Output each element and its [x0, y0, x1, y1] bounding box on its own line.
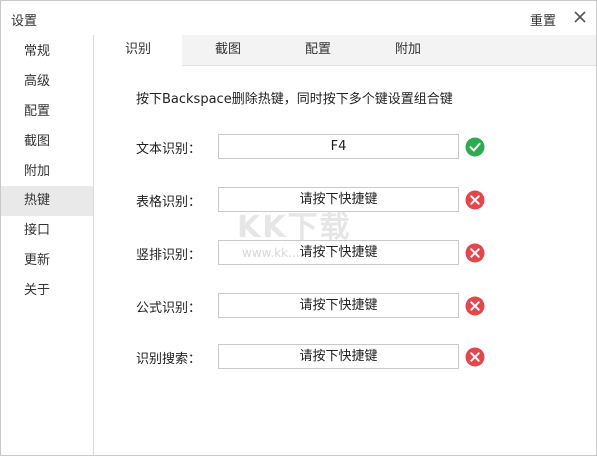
hotkey-label-vertical-recognition: 竖排识别： [136, 248, 202, 263]
sidebar-item-label: 关于 [23, 283, 50, 298]
x-circle-icon[interactable] [465, 190, 485, 210]
sidebar-item-label: 更新 [23, 253, 50, 268]
tab-config[interactable]: 配置 [274, 35, 362, 65]
close-icon[interactable] [571, 8, 589, 26]
x-circle-icon[interactable] [465, 347, 485, 367]
sidebar-item-label: 热键 [23, 193, 50, 208]
reset-button[interactable]: 重置 [530, 10, 556, 29]
hotkey-label-recognition-search: 识别搜索： [136, 352, 202, 367]
hotkey-input-recognition-search[interactable]: 请按下快捷键 [218, 344, 459, 369]
sidebar-item-config[interactable]: 配置 [1, 97, 93, 127]
sidebar-item-interface[interactable]: 接口 [1, 216, 93, 246]
sidebar: 常规 高级 配置 截图 附加 热键 接口 更新 关于 [1, 35, 93, 455]
hotkey-input-text-recognition[interactable]: F4 [218, 134, 459, 159]
tab-bar: 识别 截图 配置 附加 [94, 35, 596, 66]
sidebar-item-general[interactable]: 常规 [1, 37, 93, 67]
x-circle-icon[interactable] [465, 296, 485, 316]
sidebar-item-label: 常规 [23, 44, 50, 59]
hotkey-input-vertical-recognition[interactable]: 请按下快捷键 [218, 240, 459, 265]
sidebar-item-label: 配置 [23, 104, 50, 119]
check-circle-icon [465, 137, 485, 157]
sidebar-item-label: 截图 [23, 134, 50, 149]
hotkey-input-formula-recognition[interactable]: 请按下快捷键 [218, 293, 459, 318]
hotkey-label-text-recognition: 文本识别： [136, 142, 202, 157]
sidebar-item-label: 附加 [23, 164, 50, 179]
window-title: 设置 [11, 14, 38, 29]
sidebar-item-label: 高级 [23, 74, 50, 89]
x-circle-icon[interactable] [465, 243, 485, 263]
tab-screenshot[interactable]: 截图 [184, 35, 272, 65]
hotkey-hint: 按下Backspace删除热键，同时按下多个键设置组合键 [136, 92, 453, 107]
sidebar-item-about[interactable]: 关于 [1, 276, 93, 306]
tab-recognition[interactable]: 识别 [94, 35, 182, 66]
tab-extra[interactable]: 附加 [364, 35, 452, 65]
sidebar-item-advanced[interactable]: 高级 [1, 67, 93, 97]
sidebar-item-label: 接口 [23, 223, 50, 238]
sidebar-item-hotkeys[interactable]: 热键 [1, 186, 93, 216]
hotkey-input-table-recognition[interactable]: 请按下快捷键 [218, 187, 459, 212]
hotkey-label-formula-recognition: 公式识别： [136, 301, 202, 316]
titlebar: 设置 重置 [1, 1, 596, 35]
hotkey-label-table-recognition: 表格识别： [136, 195, 202, 210]
sidebar-item-screenshot[interactable]: 截图 [1, 127, 93, 157]
sidebar-item-extra[interactable]: 附加 [1, 157, 93, 187]
settings-window: 设置 重置 常规 高级 配置 截图 附加 热键 接口 更新 关于 识别 截图 配… [0, 0, 597, 456]
sidebar-item-update[interactable]: 更新 [1, 246, 93, 276]
sidebar-divider [93, 35, 94, 455]
